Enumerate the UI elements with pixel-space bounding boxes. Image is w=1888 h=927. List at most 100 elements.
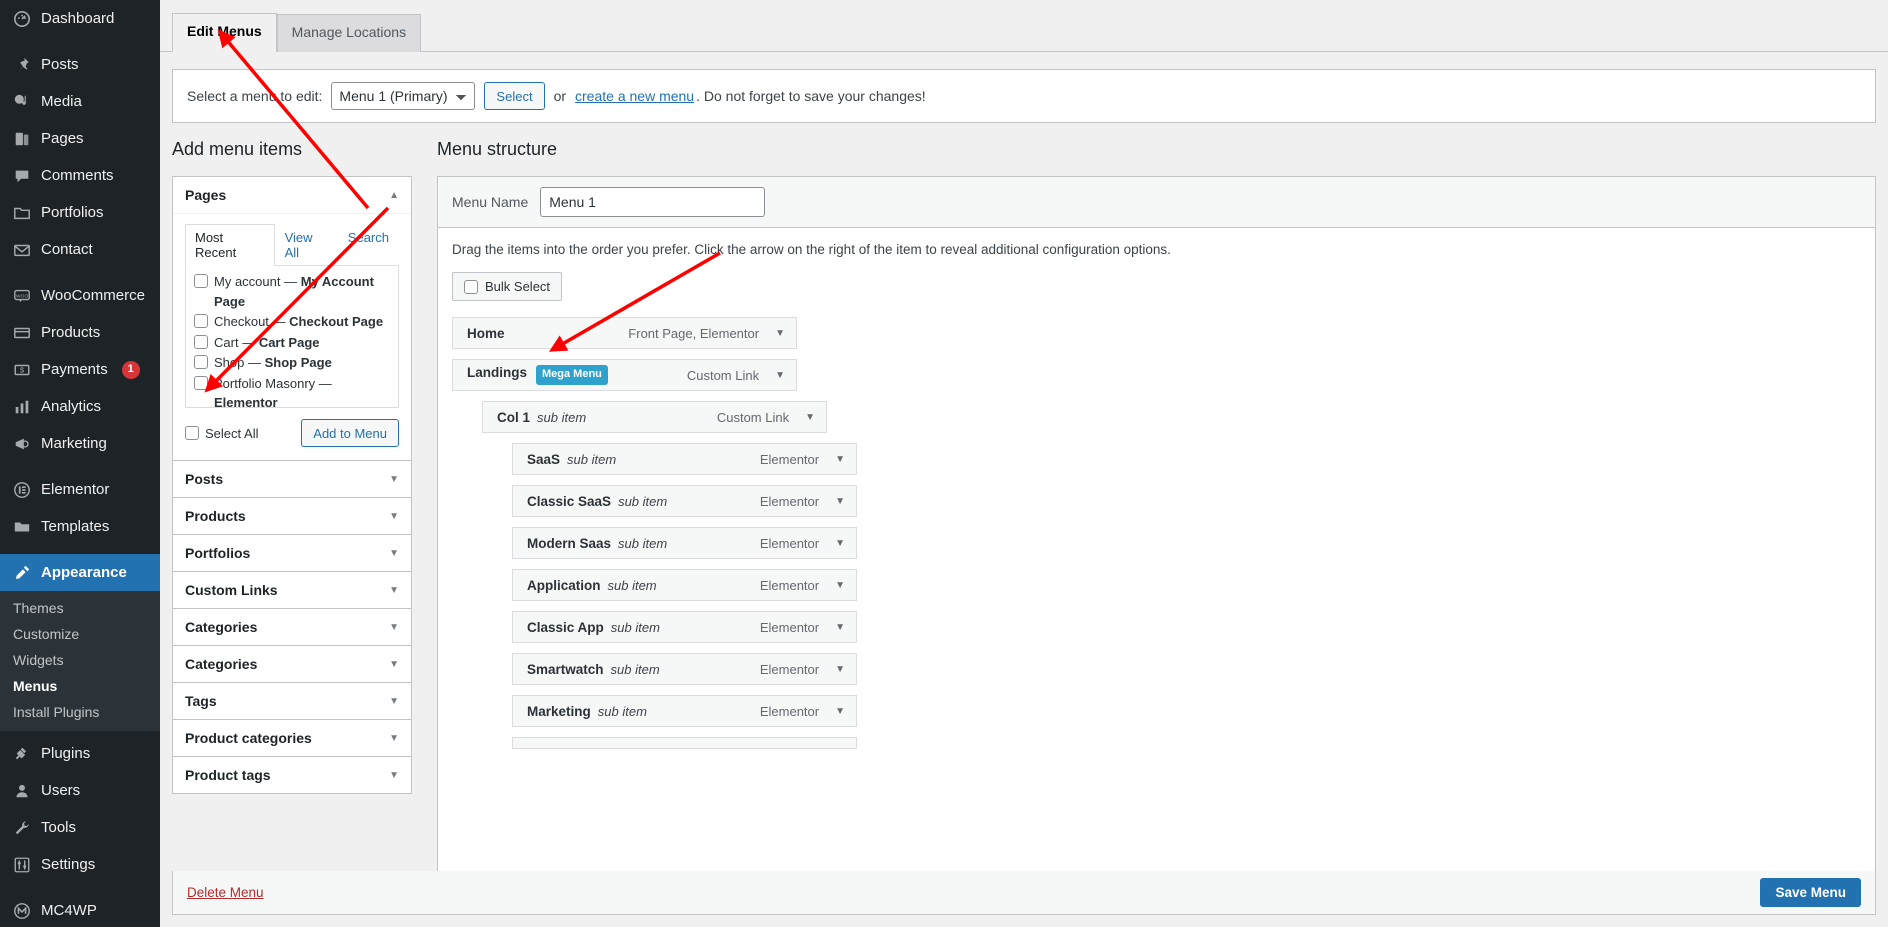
- menu-item-row[interactable]: SaaS sub item Elementor ▼: [512, 443, 857, 476]
- panel-categories-1-header[interactable]: Categories ▼: [173, 609, 411, 645]
- bulk-select-checkbox[interactable]: [464, 279, 478, 294]
- menu-structure-title: Menu structure: [437, 139, 558, 159]
- sidebar-item-woocommerce[interactable]: WOO WooCommerce: [0, 277, 160, 314]
- checkbox[interactable]: [194, 334, 208, 349]
- sidebar-item-products[interactable]: Products: [0, 314, 160, 351]
- chevron-down-icon[interactable]: ▼: [835, 664, 845, 675]
- tab-view-all[interactable]: View All: [275, 224, 338, 266]
- tab-manage-locations[interactable]: Manage Locations: [276, 14, 422, 52]
- select-all-checkbox[interactable]: [185, 426, 199, 441]
- select-button[interactable]: Select: [484, 82, 545, 110]
- panel-product-tags-header[interactable]: Product tags ▼: [173, 757, 411, 793]
- menu-item-row[interactable]: Col 1 sub item Custom Link ▼: [482, 401, 827, 434]
- sidebar-item-templates[interactable]: Templates: [0, 508, 160, 545]
- delete-menu-link[interactable]: Delete Menu: [187, 885, 264, 900]
- sidebar-item-posts[interactable]: Posts: [0, 46, 160, 83]
- panel-product-categories-header[interactable]: Product categories ▼: [173, 720, 411, 756]
- menu-item-row[interactable]: Application sub item Elementor ▼: [512, 569, 857, 602]
- chevron-down-icon[interactable]: ▼: [389, 770, 399, 781]
- menu-item-row[interactable]: Marketing sub item Elementor ▼: [512, 695, 857, 728]
- menu-item-row[interactable]: Classic App sub item Elementor ▼: [512, 611, 857, 644]
- panel-posts-header[interactable]: Posts ▼: [173, 461, 411, 497]
- sidebar-item-pages[interactable]: Pages: [0, 120, 160, 157]
- chevron-down-icon[interactable]: ▼: [775, 328, 785, 339]
- bulk-select-toggle[interactable]: Bulk Select: [452, 272, 563, 302]
- menu-item-row[interactable]: Smartwatch sub item Elementor ▼: [512, 653, 857, 686]
- checkbox[interactable]: [194, 375, 208, 390]
- list-item[interactable]: Portfolio Masonry — Elementor: [194, 374, 390, 407]
- sidebar-item-payments[interactable]: $ Payments 1: [0, 351, 160, 388]
- select-all-row[interactable]: Select All: [185, 426, 258, 441]
- menu-item-row[interactable]: Classic SaaS sub item Elementor ▼: [512, 485, 857, 518]
- tab-edit-menus[interactable]: Edit Menus: [172, 13, 277, 52]
- sidebar-item-mc4wp[interactable]: MC4WP: [0, 892, 160, 927]
- comments-icon: [11, 165, 32, 186]
- sidebar-item-dashboard[interactable]: Dashboard: [0, 0, 160, 37]
- sidebar-item-users[interactable]: Users: [0, 772, 160, 809]
- panel-portfolios-header[interactable]: Portfolios ▼: [173, 535, 411, 571]
- chevron-down-icon[interactable]: ▼: [805, 412, 815, 423]
- chevron-down-icon[interactable]: ▼: [835, 454, 845, 465]
- menu-name-input[interactable]: [540, 187, 766, 218]
- sidebar-item-themes[interactable]: Themes: [0, 595, 160, 621]
- tab-search[interactable]: Search: [338, 224, 399, 266]
- dashboard-icon: [11, 8, 32, 29]
- chevron-down-icon[interactable]: ▼: [389, 511, 399, 522]
- sidebar-item-elementor[interactable]: Elementor: [0, 471, 160, 508]
- chevron-up-icon[interactable]: ▲: [389, 190, 399, 201]
- chevron-down-icon[interactable]: ▼: [389, 659, 399, 670]
- sidebar-item-contact[interactable]: Contact: [0, 231, 160, 268]
- chevron-down-icon[interactable]: ▼: [835, 706, 845, 717]
- chevron-down-icon[interactable]: ▼: [835, 538, 845, 549]
- checkbox[interactable]: [194, 314, 208, 329]
- list-item[interactable]: My account — My Account Page: [194, 272, 390, 311]
- chevron-down-icon[interactable]: ▼: [835, 622, 845, 633]
- list-item[interactable]: Shop — Shop Page: [194, 353, 390, 373]
- sidebar-item-media[interactable]: Media: [0, 83, 160, 120]
- panel-products-header[interactable]: Products ▼: [173, 498, 411, 534]
- panel-tags-header[interactable]: Tags ▼: [173, 683, 411, 719]
- sidebar-item-install-plugins[interactable]: Install Plugins: [0, 699, 160, 725]
- sidebar-item-widgets[interactable]: Widgets: [0, 647, 160, 673]
- menu-item-sub-label: sub item: [537, 409, 587, 425]
- chevron-down-icon[interactable]: ▼: [389, 733, 399, 744]
- chevron-down-icon[interactable]: ▼: [389, 622, 399, 633]
- sidebar-item-customize[interactable]: Customize: [0, 621, 160, 647]
- chevron-down-icon[interactable]: ▼: [835, 496, 845, 507]
- sidebar-item-menus[interactable]: Menus: [0, 673, 160, 699]
- menu-item-row[interactable]: Home Front Page, Elementor ▼: [452, 317, 797, 350]
- sidebar-separator: [0, 37, 160, 46]
- panel-custom-links-header[interactable]: Custom Links ▼: [173, 572, 411, 608]
- menu-item-row[interactable]: Modern Saas sub item Elementor ▼: [512, 527, 857, 560]
- panel-pages-header[interactable]: Pages ▲: [173, 177, 411, 215]
- menu-select-dropdown[interactable]: Menu 1 (Primary): [331, 82, 476, 110]
- products-icon: [11, 322, 32, 343]
- chevron-down-icon[interactable]: ▼: [389, 696, 399, 707]
- chevron-down-icon[interactable]: ▼: [389, 474, 399, 485]
- sidebar-item-marketing[interactable]: Marketing: [0, 425, 160, 462]
- sidebar-item-tools[interactable]: Tools: [0, 809, 160, 846]
- sidebar-item-analytics[interactable]: Analytics: [0, 388, 160, 425]
- sidebar-item-appearance[interactable]: Appearance: [0, 554, 160, 591]
- chevron-down-icon[interactable]: ▼: [775, 370, 785, 381]
- checkbox[interactable]: [194, 274, 208, 289]
- sidebar-item-portfolios[interactable]: Portfolios: [0, 194, 160, 231]
- checkbox[interactable]: [194, 355, 208, 370]
- sidebar-item-comments[interactable]: Comments: [0, 157, 160, 194]
- menu-item-row[interactable]: Landings Mega Menu Custom Link ▼: [452, 359, 797, 392]
- panel-categories-2-header[interactable]: Categories ▼: [173, 646, 411, 682]
- save-menu-button[interactable]: Save Menu: [1760, 878, 1861, 907]
- sidebar-item-settings[interactable]: Settings: [0, 846, 160, 883]
- tab-most-recent[interactable]: Most Recent: [185, 224, 275, 267]
- menu-item-row[interactable]: [512, 737, 857, 750]
- chevron-down-icon[interactable]: ▼: [835, 580, 845, 591]
- list-item[interactable]: Cart — Cart Page: [194, 333, 390, 353]
- list-item[interactable]: Checkout — Checkout Page: [194, 312, 390, 332]
- create-new-menu-link[interactable]: create a new menu: [575, 88, 694, 104]
- chevron-down-icon[interactable]: ▼: [389, 585, 399, 596]
- settings-icon: [11, 854, 32, 875]
- chevron-down-icon[interactable]: ▼: [389, 548, 399, 559]
- add-to-menu-button[interactable]: Add to Menu: [301, 419, 399, 448]
- sidebar-item-plugins[interactable]: Plugins: [0, 735, 160, 772]
- pages-checkbox-list[interactable]: My account — My Account Page Checkout — …: [185, 266, 399, 409]
